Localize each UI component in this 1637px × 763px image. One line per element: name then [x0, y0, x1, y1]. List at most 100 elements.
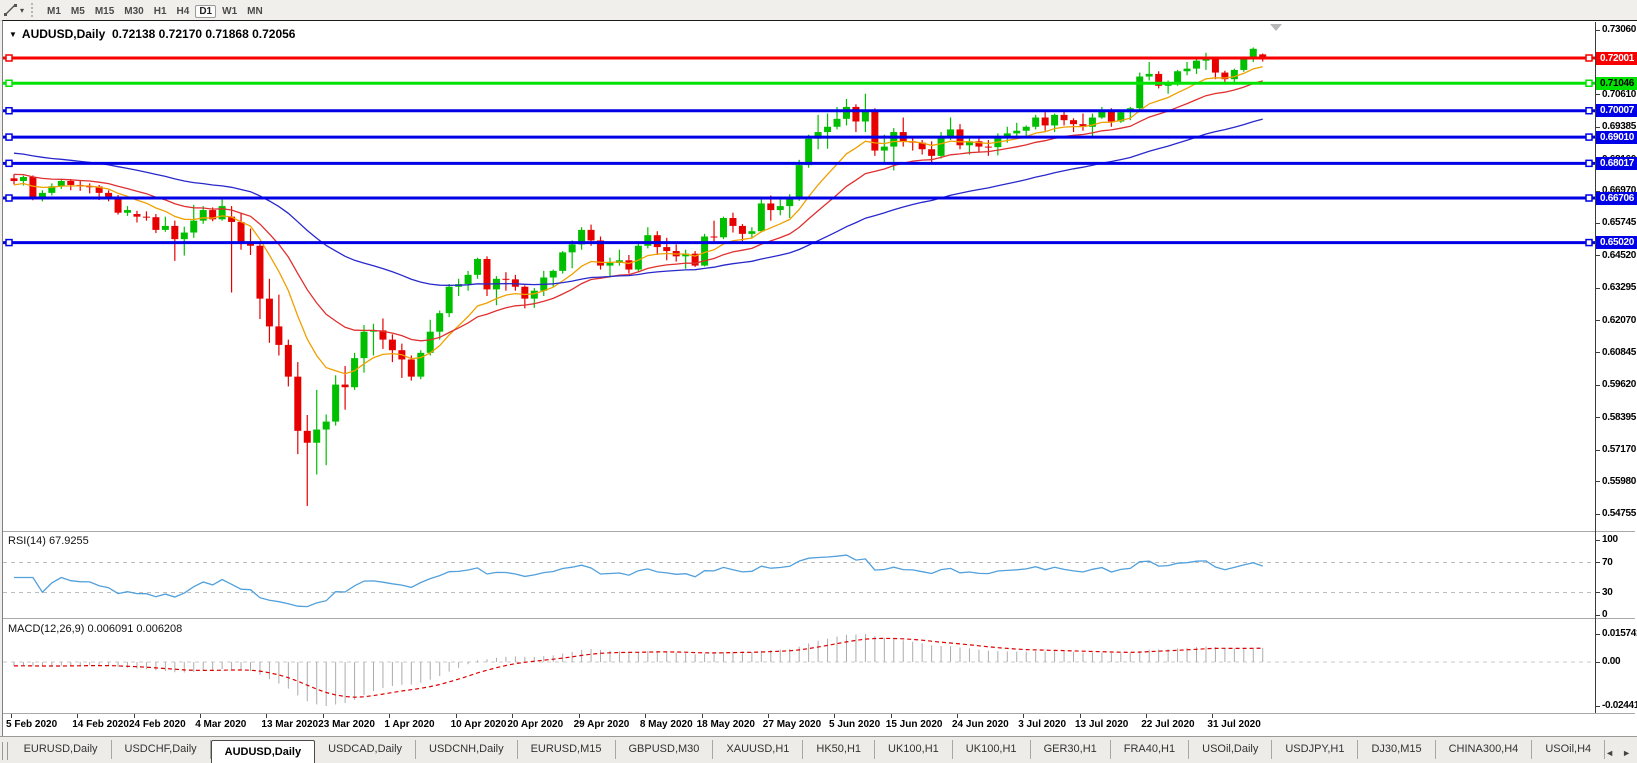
rsi-tick-label: 30: [1602, 587, 1613, 598]
chart-tab-usoil-h4[interactable]: USOil,H4: [1532, 740, 1605, 759]
timeframe-button-mn[interactable]: MN: [243, 5, 267, 18]
line-handle[interactable]: [6, 240, 12, 246]
chart-tab-usdcad-daily[interactable]: USDCAD,Daily: [315, 740, 416, 759]
price-line-badge: 0.65020: [1596, 236, 1637, 249]
date-label: 14 Feb 2020: [72, 719, 129, 730]
macd-indicator-canvas[interactable]: [3, 620, 1595, 713]
toolbar-grip[interactable]: [31, 3, 36, 17]
crosshair-tool-icon[interactable]: [3, 3, 19, 17]
line-handle[interactable]: [1586, 80, 1592, 86]
date-tick-mark: [1212, 714, 1213, 718]
line-handle[interactable]: [6, 134, 12, 140]
line-handle[interactable]: [1586, 55, 1592, 61]
date-tick-mark: [134, 714, 135, 718]
line-handle[interactable]: [6, 55, 12, 61]
price-tick-label: 0.59620: [1602, 379, 1636, 390]
date-label: 13 Jul 2020: [1075, 719, 1128, 730]
tab-scroll-right-icon[interactable]: ►: [1622, 748, 1631, 758]
macd-tick-mark: [1595, 634, 1600, 635]
price-line-badge: 0.70007: [1596, 104, 1637, 117]
chart-tab-audusd-daily[interactable]: AUDUSD,Daily: [211, 740, 315, 763]
timeframe-button-w1[interactable]: W1: [218, 5, 241, 18]
price-tick-mark: [1595, 320, 1600, 321]
date-label: 5 Feb 2020: [6, 719, 57, 730]
price-tick-label: 0.58395: [1602, 412, 1636, 423]
date-label: 3 Jul 2020: [1018, 719, 1066, 730]
chart-menu-icon[interactable]: ▼: [9, 30, 17, 39]
price-tick-label: 0.64520: [1602, 250, 1636, 261]
date-tick-mark: [957, 714, 958, 718]
timeframe-button-d1[interactable]: D1: [195, 5, 216, 18]
timeframe-button-m5[interactable]: M5: [67, 5, 89, 18]
date-tick-mark: [834, 714, 835, 718]
date-tick-mark: [768, 714, 769, 718]
price-tick-mark: [1595, 223, 1600, 224]
line-handle[interactable]: [6, 108, 12, 114]
date-label: 15 Jun 2020: [886, 719, 943, 730]
date-label: 5 Jun 2020: [829, 719, 880, 730]
timeframe-button-h4[interactable]: H4: [173, 5, 194, 18]
date-tick-mark: [77, 714, 78, 718]
rsi-indicator-canvas[interactable]: [3, 532, 1595, 618]
macd-tick-mark: [1595, 706, 1600, 707]
line-handle[interactable]: [1586, 160, 1592, 166]
line-handle[interactable]: [6, 160, 12, 166]
price-tick-mark: [1595, 30, 1600, 31]
chart-tab-dj30-m15[interactable]: DJ30,M15: [1358, 740, 1435, 759]
price-tick-mark: [1595, 481, 1600, 482]
chart-tab-uk100-h1[interactable]: UK100,H1: [953, 740, 1031, 759]
price-chart-canvas[interactable]: [3, 25, 1595, 531]
panel-separator[interactable]: [3, 618, 1635, 619]
chart-tab-fra40-h1[interactable]: FRA40,H1: [1111, 740, 1189, 759]
chart-tab-xauusd-h1[interactable]: XAUUSD,H1: [713, 740, 803, 759]
chart-shift-marker-icon[interactable]: [1270, 24, 1282, 31]
price-tick-label: 0.73060: [1602, 24, 1636, 35]
date-tick-mark: [200, 714, 201, 718]
price-tick-label: 0.57170: [1602, 444, 1636, 455]
price-tick-label: 0.65745: [1602, 217, 1636, 228]
chart-tab-usdchf-daily[interactable]: USDCHF,Daily: [112, 740, 211, 759]
line-handle[interactable]: [1586, 240, 1592, 246]
rsi-tick-mark: [1595, 615, 1600, 616]
timeframe-button-m15[interactable]: M15: [91, 5, 118, 18]
line-handle[interactable]: [1586, 195, 1592, 201]
macd-tick-label: 0.015741: [1602, 628, 1637, 639]
date-label: 13 Mar 2020: [261, 719, 318, 730]
date-tick-mark: [456, 714, 457, 718]
price-line-badge: 0.68017: [1596, 157, 1637, 170]
macd-histogram: [14, 634, 1263, 706]
timeframe-button-h1[interactable]: H1: [150, 5, 171, 18]
timeframe-button-m1[interactable]: M1: [43, 5, 65, 18]
price-tick-label: 0.55980: [1602, 476, 1636, 487]
line-handle[interactable]: [1586, 108, 1592, 114]
macd-tick-label: -0.024417: [1602, 700, 1637, 711]
line-handle[interactable]: [6, 195, 12, 201]
chart-tab-eurusd-m15[interactable]: EURUSD,M15: [518, 740, 616, 759]
price-tick-mark: [1595, 514, 1600, 515]
period-toolbar: ▾ M1M5M15M30H1H4D1W1MN: [0, 0, 1637, 21]
chart-tab-hk50-h1[interactable]: HK50,H1: [803, 740, 875, 759]
chart-tab-china300-h4[interactable]: CHINA300,H4: [1436, 740, 1533, 759]
rsi-tick-mark: [1595, 540, 1600, 541]
price-line-badge: 0.66706: [1596, 192, 1637, 205]
chart-tab-usoil-daily[interactable]: USOil,Daily: [1189, 740, 1272, 759]
chart-tab-usdjpy-h1[interactable]: USDJPY,H1: [1272, 740, 1358, 759]
price-tick-mark: [1595, 127, 1600, 128]
rsi-tick-label: 0: [1602, 609, 1607, 620]
price-line-badge: 0.71046: [1596, 77, 1637, 90]
tool-dropdown-icon[interactable]: ▾: [20, 6, 24, 15]
tabbar-grip[interactable]: [2, 742, 8, 760]
chart-tab-ger30-h1[interactable]: GER30,H1: [1031, 740, 1111, 759]
price-tick-label: 0.60845: [1602, 347, 1636, 358]
date-tick-mark: [1023, 714, 1024, 718]
tab-scroll-left-icon[interactable]: ◄: [1605, 748, 1614, 758]
chart-tab-eurusd-daily[interactable]: EURUSD,Daily: [11, 740, 112, 759]
timeframe-button-m30[interactable]: M30: [120, 5, 147, 18]
chart-tab-gbpusd-m30[interactable]: GBPUSD,M30: [616, 740, 714, 759]
date-label: 27 May 2020: [763, 719, 821, 730]
date-tick-mark: [645, 714, 646, 718]
line-handle[interactable]: [1586, 134, 1592, 140]
chart-tab-uk100-h1[interactable]: UK100,H1: [875, 740, 953, 759]
chart-tab-usdcnh-daily[interactable]: USDCNH,Daily: [416, 740, 518, 759]
line-handle[interactable]: [6, 80, 12, 86]
